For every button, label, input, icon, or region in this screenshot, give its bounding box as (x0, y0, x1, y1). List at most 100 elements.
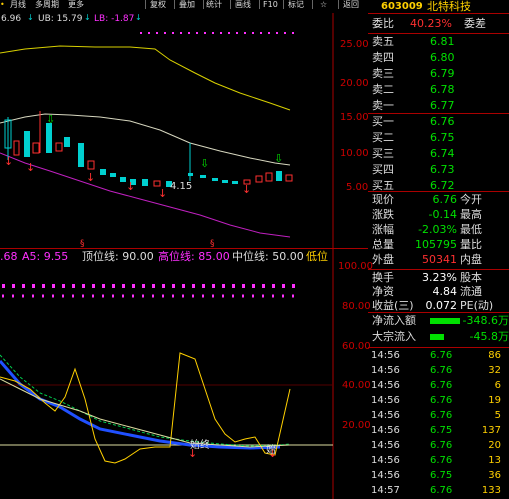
stat-label: 内盘 (460, 253, 482, 266)
ask-price: 6.77 (430, 99, 455, 112)
bid-price: 6.76 (430, 115, 455, 128)
y-tick: 20.00 (342, 420, 371, 431)
weicha-label: 委差 (464, 17, 486, 30)
bid-row[interactable]: 买三 6.74 (368, 146, 509, 162)
tick-time: 14:56 (371, 350, 400, 361)
tab-more[interactable]: 更多 (68, 0, 84, 9)
stock-code: 603009 (381, 1, 423, 12)
tick-time: 14:56 (371, 380, 400, 391)
bid-row[interactable]: 买四 6.73 (368, 162, 509, 178)
tick-volume: 19 (488, 395, 501, 406)
trade-tick-row: 14:56 6.76 19 (368, 394, 509, 407)
back-button[interactable]: 返回 (343, 0, 359, 9)
ask-row[interactable]: 卖三 6.79 (368, 66, 509, 82)
trade-tick-row: 14:56 6.75 36 (368, 469, 509, 482)
toolbar-marker: • (0, 0, 5, 9)
svg-text:⇩: ⇩ (200, 157, 209, 170)
svg-text:↓: ↓ (26, 161, 35, 174)
tick-price: 6.76 (430, 440, 453, 451)
tick-time: 14:56 (371, 425, 400, 436)
tick-price: 6.76 (430, 410, 453, 421)
tick-price: 6.76 (430, 350, 453, 361)
stat-value: 6.76 (432, 193, 458, 206)
stat-row: 外盘 50341 内盘 (368, 252, 509, 268)
stat-label: 今开 (460, 193, 482, 206)
tick-volume: 5 (494, 410, 501, 421)
trade-tick-row: 14:56 6.76 13 (368, 454, 509, 467)
trade-tick-row: 14:56 6.76 20 (368, 439, 509, 452)
tick-price: 6.75 (430, 470, 453, 481)
bid-row[interactable]: 买二 6.75 (368, 130, 509, 146)
ask-label: 卖二 (372, 83, 394, 96)
y-tick: 10.00 (340, 148, 369, 159)
trade-tick-row: 14:56 6.76 5 (368, 409, 509, 422)
stat-row: 现价 6.76 今开 (368, 192, 509, 208)
ask-price: 6.79 (430, 67, 455, 80)
svg-text:↓: ↓ (4, 155, 13, 168)
tick-time: 14:57 (371, 485, 400, 496)
tick-price: 6.76 (430, 455, 453, 466)
start-label: 始 (266, 445, 276, 456)
star-icon[interactable]: ☆ (320, 0, 327, 9)
stat-value: 105795 (415, 238, 457, 251)
tick-price: 6.75 (430, 425, 453, 436)
mark-button[interactable]: 标记 (288, 0, 304, 9)
statistics-button[interactable]: 统计 (206, 0, 222, 9)
y-tick: 40.00 (342, 380, 371, 391)
tab-monthly[interactable]: 月线 (10, 0, 26, 9)
ask-label: 卖一 (372, 99, 394, 112)
ask-price: 6.80 (430, 51, 455, 64)
trade-tick-row: 14:56 6.75 137 (368, 424, 509, 437)
ask-row[interactable]: 卖二 6.78 (368, 82, 509, 98)
stat-value: 50341 (422, 253, 457, 266)
stat-row: 涨跌 -0.14 最高 (368, 207, 509, 223)
flow-value: -45.8万 (469, 330, 509, 343)
svg-text:↓: ↓ (126, 180, 135, 193)
fuquan-button[interactable]: 复权 (150, 0, 166, 9)
flow-bar (430, 318, 460, 324)
stock-header: 603009 北特科技 (368, 0, 509, 13)
stat-label: 外盘 (372, 253, 394, 266)
ask-row[interactable]: 卖一 6.77 (368, 98, 509, 114)
flow-label: 大宗流入 (372, 330, 416, 343)
f10-button[interactable]: F10 (263, 0, 278, 9)
svg-text:↓: ↓ (158, 187, 167, 200)
tick-volume: 6 (494, 380, 501, 391)
trade-tick-row: 14:56 6.76 86 (368, 349, 509, 362)
ask-row[interactable]: 卖五 6.81 (368, 34, 509, 50)
tick-volume: 36 (488, 470, 501, 481)
tick-price: 6.76 (430, 485, 453, 496)
bid-label: 买二 (372, 131, 394, 144)
bid-price: 6.75 (430, 131, 455, 144)
overlay-button[interactable]: 叠加 (179, 0, 195, 9)
flow-bar (430, 334, 444, 340)
stat-label: 量比 (460, 238, 482, 251)
svg-text:§: § (80, 239, 85, 249)
svg-text:↓: ↓ (86, 171, 95, 184)
tick-time: 14:56 (371, 365, 400, 376)
y-tick: 25.00 (340, 39, 369, 50)
stat-label: 最高 (460, 208, 482, 221)
ask-row[interactable]: 卖四 6.80 (368, 50, 509, 66)
bid-price: 6.74 (430, 147, 455, 160)
tick-volume: 13 (488, 455, 501, 466)
tick-time: 14:56 (371, 470, 400, 481)
tick-price: 6.76 (430, 380, 453, 391)
svg-text:↓: ↓ (242, 183, 251, 196)
y-tick: 15.00 (340, 112, 369, 123)
indicator-chart: ↓ ↓ (0, 249, 334, 499)
bid-row[interactable]: 买一 6.76 (368, 114, 509, 130)
bid-label: 买三 (372, 147, 394, 160)
ask-label: 卖四 (372, 51, 394, 64)
tab-multi-period[interactable]: 多周期 (35, 0, 59, 9)
tick-volume: 133 (481, 485, 501, 496)
stat-label: 涨幅 (372, 223, 394, 236)
quote-panel: 委比 40.23% 委差 卖五 6.81 卖四 6.80 卖三 6.79 卖二 6.78 卖一 6… (368, 13, 509, 499)
trade-tick-row: 14:56 6.76 32 (368, 364, 509, 377)
weibi-row: 委比 40.23% 委差 (368, 16, 509, 32)
tick-time: 14:56 (371, 455, 400, 466)
stat-row: 涨幅 -2.03% 最低 (368, 222, 509, 238)
stat-label: 涨跌 (372, 208, 394, 221)
draw-line-button[interactable]: 画线 (235, 0, 251, 9)
flow-row: 大宗流入 -45.8万 (368, 329, 509, 345)
